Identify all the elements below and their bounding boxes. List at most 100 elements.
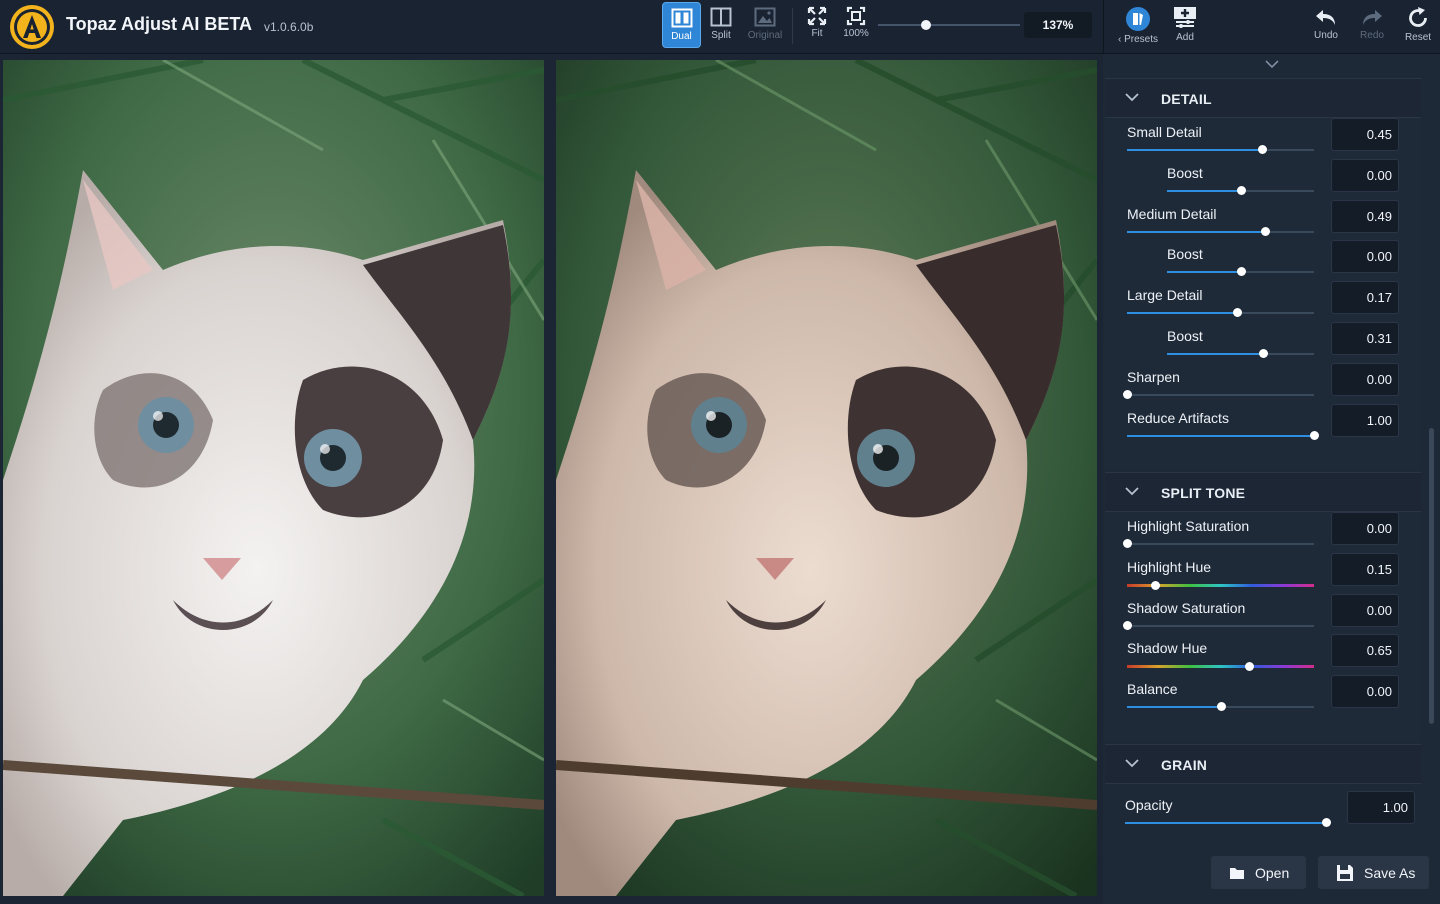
slider-value-input[interactable]: 0.00 — [1331, 512, 1399, 545]
slider-track[interactable] — [1127, 226, 1314, 236]
slider-track[interactable] — [1125, 818, 1331, 827]
slider-thumb[interactable] — [1123, 620, 1132, 630]
app-version: v1.0.6.0b — [264, 20, 314, 34]
detail-section-header[interactable]: DETAIL — [1105, 78, 1421, 118]
slider-track[interactable] — [1167, 349, 1314, 358]
presets-button[interactable]: ‹ Presets — [1114, 2, 1162, 48]
slider-label: Balance — [1127, 681, 1178, 698]
slider-value-input[interactable]: 0.00 — [1331, 675, 1399, 709]
hue-slider-track[interactable] — [1127, 580, 1314, 590]
add-preset-button[interactable]: Add — [1170, 2, 1200, 48]
slider-label: Shadow Saturation — [1127, 599, 1246, 616]
slider-label: Opacity — [1125, 797, 1173, 813]
presets-label: ‹ Presets — [1117, 34, 1158, 45]
slider-thumb[interactable] — [1261, 226, 1271, 236]
slider-value-input[interactable]: 0.49 — [1331, 199, 1399, 233]
slider-track[interactable] — [1167, 185, 1314, 195]
slider-label: Small Detail — [1127, 124, 1202, 140]
redo-button[interactable]: Redo — [1356, 2, 1388, 48]
slider-track[interactable] — [1127, 145, 1314, 154]
grain-section: Opacity 1.00 — [1105, 788, 1435, 843]
slider-value-input[interactable]: 1.00 — [1347, 791, 1415, 824]
slider-label: Boost — [1167, 246, 1203, 263]
slider-fill — [1127, 706, 1221, 709]
slider-fill — [1127, 434, 1314, 437]
undo-label: Undo — [1314, 30, 1338, 41]
slider-value-input[interactable]: 0.17 — [1331, 281, 1399, 315]
presets-text: Presets — [1124, 34, 1158, 45]
save-disk-icon — [1337, 864, 1353, 881]
slider-label: Boost — [1167, 328, 1203, 344]
fit-button[interactable]: Fit — [804, 2, 830, 48]
zoom-100-button[interactable]: 100% — [840, 2, 872, 48]
slider-track[interactable] — [1127, 308, 1314, 318]
slider-thumb[interactable] — [1257, 145, 1267, 154]
slider-thumb[interactable] — [1151, 580, 1161, 590]
slider-thumb[interactable] — [1236, 267, 1246, 277]
slider-thumb[interactable] — [1244, 662, 1254, 672]
slider-thumb[interactable] — [1123, 539, 1132, 548]
panel-scrollbar[interactable] — [1429, 428, 1434, 724]
slider-thumb[interactable] — [1258, 349, 1268, 358]
folder-icon — [1230, 867, 1244, 879]
app-title: Topaz Adjust AI BETA — [66, 14, 252, 34]
toolbar-divider — [792, 8, 793, 44]
hue-slider-track[interactable] — [1127, 662, 1314, 672]
slider-fill — [1167, 189, 1241, 192]
split-tone-section-header[interactable]: SPLIT TONE — [1105, 472, 1421, 512]
slider-track[interactable] — [1123, 539, 1314, 548]
slider-thumb[interactable] — [1322, 818, 1331, 827]
slider-label: Large Detail — [1127, 287, 1203, 304]
slider-track[interactable] — [1127, 702, 1314, 712]
slider-value-input[interactable]: 1.00 — [1331, 403, 1399, 437]
undo-button[interactable]: Undo — [1310, 2, 1342, 48]
slider-thumb[interactable] — [1236, 185, 1246, 195]
slider-fill — [1127, 230, 1266, 233]
original-view-button[interactable]: Original — [744, 2, 786, 48]
slider-value-input[interactable]: 0.00 — [1331, 240, 1399, 274]
slider-track[interactable] — [1123, 620, 1314, 630]
slider-value-input[interactable]: 0.00 — [1331, 362, 1399, 396]
slider-label: Sharpen — [1127, 368, 1180, 385]
slider-thumb[interactable] — [1233, 308, 1243, 318]
slider-label: Highlight Saturation — [1127, 518, 1250, 534]
slider-value-input[interactable]: 0.15 — [1331, 552, 1399, 586]
zoom-slider-track[interactable] — [878, 24, 1020, 26]
preview-image-pane[interactable] — [556, 60, 1097, 896]
detail-section: Small Detail 0.45 Boost 0.00 Medium Detail 0.… — [1105, 118, 1421, 470]
add-preset-icon — [1174, 7, 1196, 28]
slider-value-input[interactable]: 0.45 — [1331, 118, 1399, 151]
collapse-chevron-icon[interactable] — [1264, 58, 1280, 70]
slider-label: Shadow Hue — [1127, 640, 1208, 657]
slider-track[interactable] — [1127, 430, 1319, 440]
slider-label: Reduce Artifacts — [1127, 409, 1229, 426]
dual-view-button[interactable]: Dual — [662, 2, 701, 48]
slider-track[interactable] — [1167, 267, 1314, 277]
slider-value-input[interactable]: 0.00 — [1331, 593, 1399, 627]
open-button[interactable]: Open — [1211, 856, 1306, 889]
chevron-down-icon — [1125, 487, 1139, 496]
fit-label: Fit — [811, 28, 823, 39]
slider-fill — [1167, 271, 1241, 274]
slider-track[interactable] — [1123, 389, 1314, 399]
dual-view-label: Dual — [671, 31, 692, 42]
preview-cat-image — [556, 60, 1097, 896]
slider-value-input[interactable]: 0.00 — [1331, 158, 1399, 192]
split-view-button[interactable]: Split — [704, 2, 738, 48]
split-tone-section-title: SPLIT TONE — [1161, 485, 1246, 501]
slider-value-input[interactable]: 0.31 — [1331, 322, 1399, 355]
slider-thumb[interactable] — [1310, 430, 1319, 440]
detail-section-title: DETAIL — [1161, 91, 1212, 107]
slider-fill — [1167, 353, 1263, 355]
save-as-button[interactable]: Save As — [1318, 856, 1429, 889]
slider-label: Medium Detail — [1127, 205, 1217, 222]
fit-expand-icon — [807, 6, 827, 26]
slider-thumb[interactable] — [1123, 389, 1132, 399]
zoom-value[interactable]: 137% — [1024, 12, 1092, 38]
original-image-pane[interactable] — [3, 60, 544, 896]
grain-section-header[interactable]: GRAIN — [1105, 744, 1421, 784]
slider-thumb[interactable] — [1216, 702, 1226, 712]
slider-value-input[interactable]: 0.65 — [1331, 634, 1399, 668]
zoom-slider-thumb[interactable] — [921, 20, 931, 30]
reset-button[interactable]: Reset — [1402, 2, 1434, 48]
